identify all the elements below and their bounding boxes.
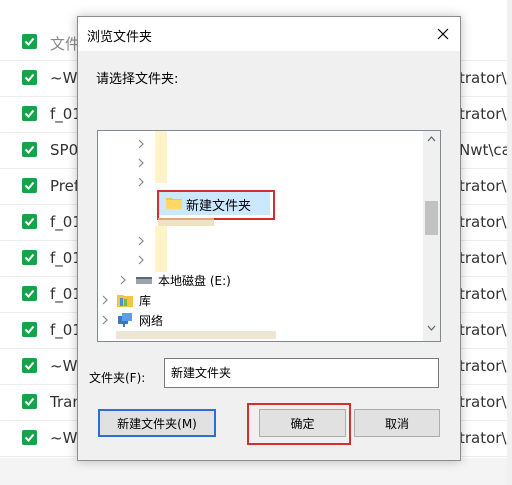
scroll-up-icon[interactable]	[427, 136, 436, 142]
row-checkbox[interactable]	[22, 286, 37, 301]
row-path: trator\A	[459, 249, 512, 267]
tree-scrollbar[interactable]	[423, 131, 440, 341]
row-path: trator\A	[459, 429, 512, 447]
chevron-right-icon[interactable]	[118, 275, 128, 285]
folder-name-input[interactable]: 新建文件夹	[164, 358, 439, 388]
row-checkbox[interactable]	[22, 358, 37, 373]
tree-item-label: 库	[139, 293, 152, 308]
browse-folder-dialog: 浏览文件夹 请选择文件夹: 新建文件夹 本地磁盘 (E:) 库 网络 文件夹(F…	[77, 16, 461, 461]
library-icon	[117, 295, 133, 307]
row-checkbox[interactable]	[22, 430, 37, 445]
close-icon	[437, 28, 449, 40]
dialog-prompt: 请选择文件夹:	[96, 72, 179, 87]
row-checkbox[interactable]	[22, 178, 37, 193]
folder-tree[interactable]: 新建文件夹 本地磁盘 (E:) 库 网络	[97, 130, 441, 342]
row-path: trator\A	[459, 69, 512, 87]
chevron-right-icon[interactable]	[100, 295, 110, 305]
folder-column-blur	[155, 131, 167, 183]
row-path: trator\A	[459, 105, 512, 123]
row-name: ~W	[50, 357, 78, 375]
scroll-thumb[interactable]	[425, 201, 438, 235]
blurred-item	[116, 331, 276, 339]
row-name: Pref	[50, 177, 80, 195]
ok-button[interactable]: 确定	[259, 409, 346, 437]
scroll-down-icon[interactable]	[427, 325, 436, 331]
row-path: trator\A	[459, 213, 512, 231]
blurred-item	[158, 218, 214, 226]
chevron-right-icon[interactable]	[136, 236, 146, 246]
select-all-checkbox[interactable]	[22, 34, 37, 49]
folder-column-blur	[155, 226, 167, 272]
row-name: ~W	[50, 429, 78, 447]
chevron-right-icon[interactable]	[136, 177, 146, 187]
row-checkbox[interactable]	[22, 250, 37, 265]
drive-icon	[136, 277, 152, 284]
chevron-right-icon[interactable]	[136, 255, 146, 265]
row-checkbox[interactable]	[22, 70, 37, 85]
cancel-button[interactable]: 取消	[354, 409, 440, 437]
row-checkbox[interactable]	[22, 394, 37, 409]
dialog-title: 浏览文件夹	[87, 30, 153, 45]
tree-item-network[interactable]: 网络	[117, 310, 163, 330]
row-path: trator\A	[459, 357, 512, 375]
row-checkbox[interactable]	[22, 214, 37, 229]
row-name: ~W	[50, 69, 78, 87]
close-button[interactable]	[426, 17, 460, 51]
new-folder-button[interactable]: 新建文件夹(M)	[98, 409, 216, 437]
folder-field-label: 文件夹(F):	[89, 371, 146, 385]
row-path: trator\A	[459, 321, 512, 339]
header-label: 文件	[50, 35, 81, 53]
row-checkbox[interactable]	[22, 106, 37, 121]
network-icon	[118, 313, 132, 327]
tree-item-label: 网络	[139, 313, 164, 328]
tree-item-library[interactable]: 库	[117, 290, 151, 310]
row-path: trator\A	[459, 393, 512, 411]
background-scrollbar[interactable]	[507, 0, 512, 485]
row-checkbox[interactable]	[22, 142, 37, 157]
row-path: trator\A	[459, 285, 512, 303]
row-name: SP0	[50, 141, 79, 159]
dialog-titlebar: 浏览文件夹	[78, 17, 460, 51]
chevron-right-icon[interactable]	[136, 158, 146, 168]
tree-item-label: 本地磁盘 (E:)	[158, 273, 231, 288]
chevron-right-icon[interactable]	[136, 139, 146, 149]
selection-highlight-box	[157, 190, 275, 220]
row-checkbox[interactable]	[22, 322, 37, 337]
tree-item-drive[interactable]: 本地磁盘 (E:)	[136, 270, 231, 290]
row-path: trator\A	[459, 177, 512, 195]
background-footer	[0, 458, 512, 485]
chevron-right-icon[interactable]	[100, 315, 110, 325]
row-path: Nwt\cacl	[459, 141, 512, 159]
